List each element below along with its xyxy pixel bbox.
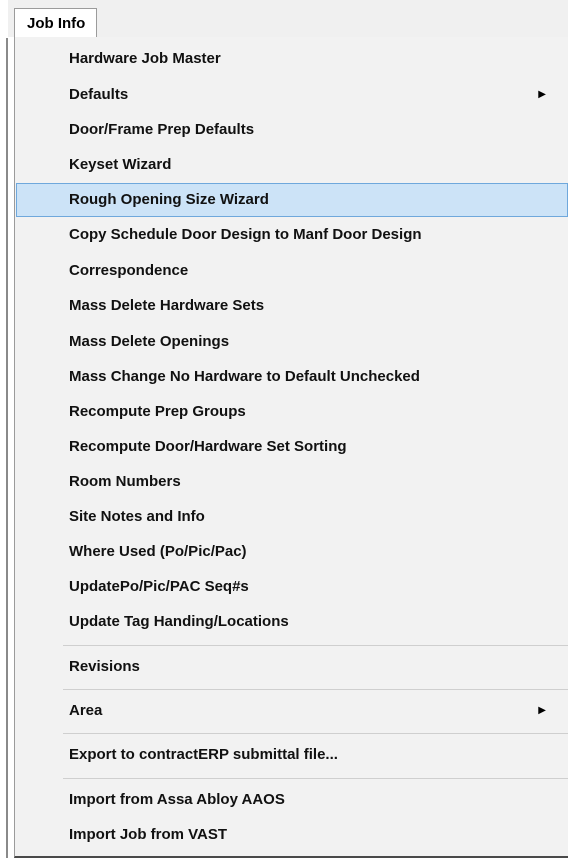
menu-item-update-tag-handing-locations[interactable]: Update Tag Handing/Locations xyxy=(16,605,568,639)
menu-item-import-assa-abloy[interactable]: Import from Assa Abloy AAOS xyxy=(16,783,568,817)
menu-separator xyxy=(63,778,568,779)
menu-item-label: Defaults xyxy=(69,86,129,103)
menu-item-label: Revisions xyxy=(69,658,140,675)
menu-item-mass-delete-hardware-sets[interactable]: Mass Delete Hardware Sets xyxy=(16,289,568,323)
menu-item-keyset-wizard[interactable]: Keyset Wizard xyxy=(16,148,568,182)
menu-item-import-job-from-vast[interactable]: Import Job from VAST xyxy=(16,818,568,852)
menu-item-label: Export to contractERP submittal file... xyxy=(69,746,338,763)
menu-item-room-numbers[interactable]: Room Numbers xyxy=(16,465,568,499)
menu-item-label: Update Tag Handing/Locations xyxy=(69,613,289,630)
menu-item-update-po-pic-pac-seq[interactable]: UpdatePo/Pic/PAC Seq#s xyxy=(16,570,568,604)
menu-item-label: Room Numbers xyxy=(69,473,181,490)
menu-item-mass-delete-openings[interactable]: Mass Delete Openings xyxy=(16,325,568,359)
menubar: Job Info xyxy=(8,0,568,38)
menu-job-info[interactable]: Job Info xyxy=(14,8,97,38)
menu-item-recompute-door-hardware-sorting[interactable]: Recompute Door/Hardware Set Sorting xyxy=(16,430,568,464)
submenu-arrow-icon: ▶ xyxy=(538,705,546,716)
menu-item-label: Rough Opening Size Wizard xyxy=(69,191,269,208)
menu-item-label: Hardware Job Master xyxy=(69,50,221,67)
menu-item-revisions[interactable]: Revisions xyxy=(16,650,568,684)
menu-item-where-used[interactable]: Where Used (Po/Pic/Pac) xyxy=(16,535,568,569)
menu-item-defaults[interactable]: Defaults ▶ xyxy=(16,78,568,112)
window-edge-line xyxy=(6,38,8,858)
menu-item-rough-opening-size-wizard[interactable]: Rough Opening Size Wizard xyxy=(16,183,568,217)
menu-item-label: Where Used (Po/Pic/Pac) xyxy=(69,543,247,560)
menu-separator xyxy=(63,689,568,690)
menu-item-label: Mass Change No Hardware to Default Unche… xyxy=(69,368,420,385)
menu-item-label: Keyset Wizard xyxy=(69,156,172,173)
menu-item-label: Import from Assa Abloy AAOS xyxy=(69,791,285,808)
menu-item-label: UpdatePo/Pic/PAC Seq#s xyxy=(69,578,249,595)
menu-item-label: Site Notes and Info xyxy=(69,508,205,525)
menu-item-label: Door/Frame Prep Defaults xyxy=(69,121,255,138)
menu-separator xyxy=(63,645,568,646)
menu-item-label: Recompute Door/Hardware Set Sorting xyxy=(69,438,347,455)
menu-item-correspondence[interactable]: Correspondence xyxy=(16,254,568,288)
menu-item-label: Correspondence xyxy=(69,262,189,279)
menu-item-area[interactable]: Area ▶ xyxy=(16,694,568,728)
underlying-window-edge xyxy=(0,0,8,860)
menu-item-door-frame-prep-defaults[interactable]: Door/Frame Prep Defaults xyxy=(16,113,568,147)
submenu-arrow-icon: ▶ xyxy=(538,89,546,100)
menu-item-label: Mass Delete Hardware Sets xyxy=(69,297,265,314)
menu-item-label: Recompute Prep Groups xyxy=(69,403,246,420)
menu-item-label: Area xyxy=(69,702,103,719)
menu-item-hardware-job-master[interactable]: Hardware Job Master xyxy=(16,42,568,76)
menu-item-label: Import Job from VAST xyxy=(69,826,228,843)
menu-item-site-notes-and-info[interactable]: Site Notes and Info xyxy=(16,500,568,534)
menu-item-export-contracterp[interactable]: Export to contractERP submittal file... xyxy=(16,738,568,772)
menu-separator xyxy=(63,733,568,734)
menu-item-label: Copy Schedule Door Design to Manf Door D… xyxy=(69,226,422,243)
job-info-dropdown: Hardware Job Master Defaults ▶ Door/Frame… xyxy=(14,37,568,858)
menu-item-recompute-prep-groups[interactable]: Recompute Prep Groups xyxy=(16,395,568,429)
menu-item-label: Mass Delete Openings xyxy=(69,333,230,350)
menu-item-copy-schedule-door-design[interactable]: Copy Schedule Door Design to Manf Door D… xyxy=(16,218,568,252)
menu-item-mass-change-no-hardware[interactable]: Mass Change No Hardware to Default Unche… xyxy=(16,360,568,394)
